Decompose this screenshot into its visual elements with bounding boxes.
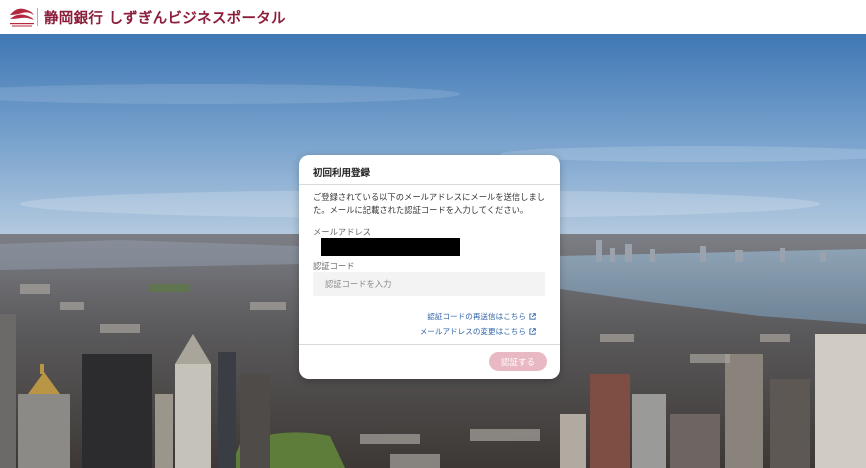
portal-brand-title: 静岡銀行 しずぎんビジネスポータル [44,11,286,27]
title-divider [299,184,560,185]
initial-registration-dialog: 初回利用登録 ご登録されている以下のメールアドレスにメールを送信しました。メール… [299,155,560,379]
change-email-link[interactable]: メールアドレスの変更はこちら [420,326,536,337]
resend-code-link-label: 認証コードの再送信はこちら [427,312,526,321]
dialog-title: 初回利用登録 [313,168,371,179]
external-link-icon [529,328,536,335]
instruction-text: ご登録されている以下のメールアドレスにメールを送信しました。メールに記載された認… [313,192,546,215]
auth-code-input[interactable] [313,272,545,296]
shizuoka-bank-logo-icon[interactable] [8,5,36,29]
footer-divider [299,344,560,345]
auth-code-label: 認証コード [313,261,355,271]
external-link-icon [529,313,536,320]
change-email-link-label: メールアドレスの変更はこちら [419,327,526,336]
email-label: メールアドレス [313,227,372,237]
logo-divider [37,8,38,26]
top-header: 静岡銀行 しずぎんビジネスポータル [0,0,866,34]
email-redacted-value [321,238,460,256]
authenticate-button[interactable]: 認証する [489,352,547,371]
resend-code-link[interactable]: 認証コードの再送信はこちら [427,311,536,322]
